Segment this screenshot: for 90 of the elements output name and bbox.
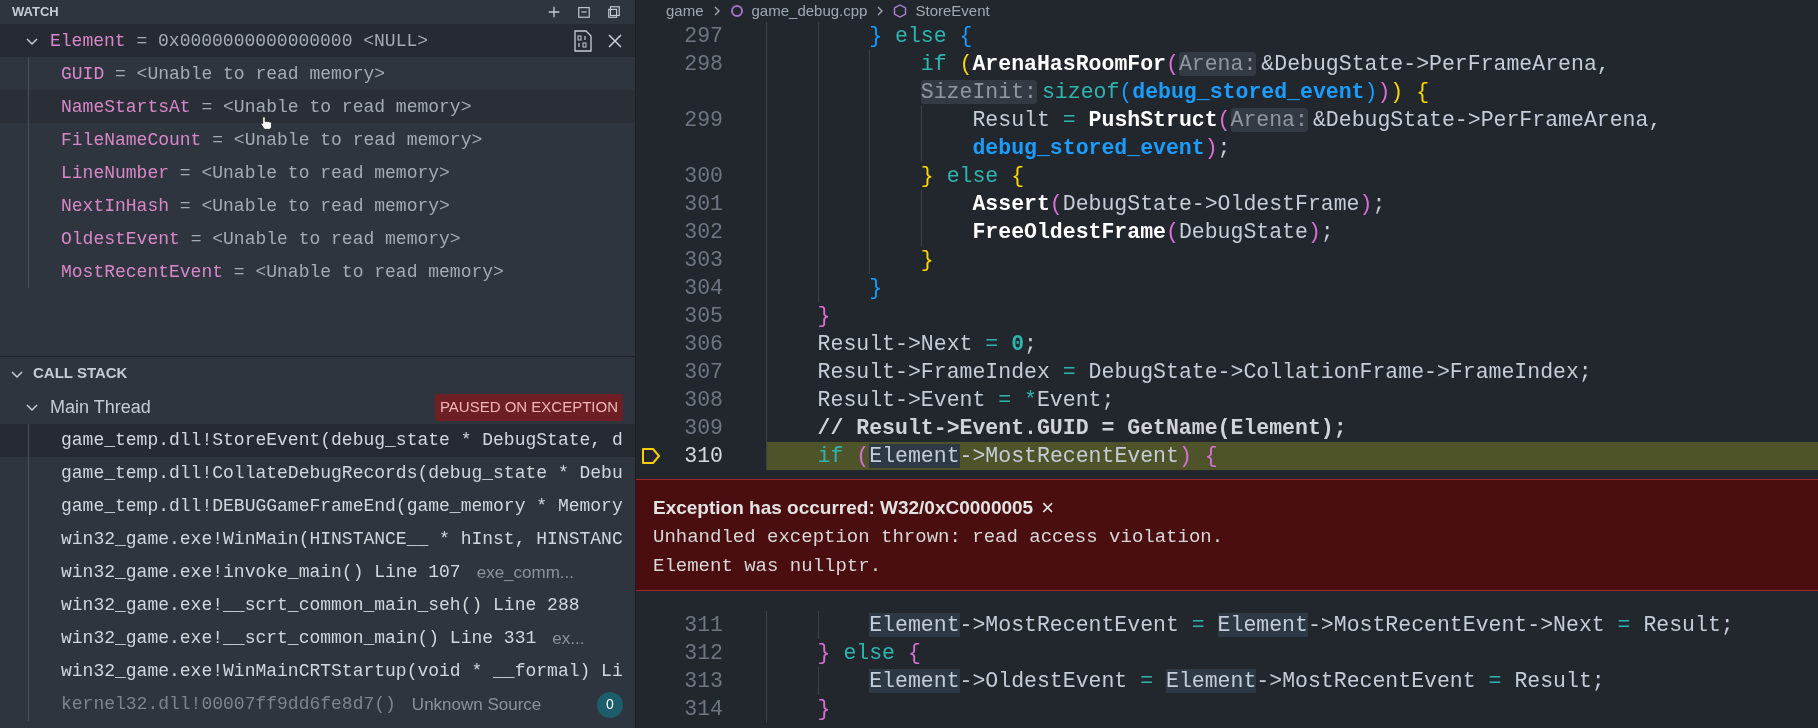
frame-name: win32_game.exe!__scrt_common_main() Line 331 bbox=[61, 627, 537, 650]
variable-name: NameStartsAt bbox=[61, 97, 191, 116]
binary-view-icon[interactable] bbox=[573, 29, 593, 52]
frame-name: kernel32.dll!00007ff9dd6fe8d7() bbox=[61, 693, 396, 716]
line-number: 310 bbox=[683, 442, 723, 470]
line-number: 306 bbox=[683, 330, 723, 358]
line-number: 312 bbox=[683, 639, 723, 667]
code-line: Result->Next = 0; bbox=[816, 331, 1038, 358]
close-button[interactable]: × bbox=[1041, 497, 1055, 519]
variable-name: Element bbox=[50, 31, 126, 50]
line-number: 302 bbox=[683, 218, 723, 246]
line-number: 314 bbox=[683, 695, 723, 723]
variable-value: = <Unable to read memory> bbox=[190, 229, 461, 248]
code-line: } bbox=[816, 303, 832, 330]
variable-value: = <Unable to read memory> bbox=[179, 196, 450, 215]
section-title: WATCH bbox=[12, 3, 59, 22]
code-line: if (ArenaHasRoomFor(Arena: &DebugState->PerFrameArena, bbox=[919, 51, 1611, 78]
section-title: CALL STACK bbox=[33, 363, 128, 384]
code-line: debug_stored_event); bbox=[971, 135, 1232, 162]
line-number: 305 bbox=[683, 302, 723, 330]
copy-icon[interactable] bbox=[607, 5, 621, 19]
breadcrumb-item[interactable]: StoreEvent bbox=[915, 0, 990, 23]
variable-name: GUID bbox=[61, 64, 105, 83]
stack-frame[interactable]: game_temp.dll!StoreEvent(debug_state * DebugState, d bbox=[0, 424, 635, 457]
exception-message: Element was nullptr. bbox=[653, 554, 883, 579]
add-icon[interactable] bbox=[547, 5, 561, 19]
line-number: 298 bbox=[683, 50, 723, 78]
variable-name: LineNumber bbox=[61, 163, 170, 182]
variable-name: MostRecentEvent bbox=[61, 262, 224, 281]
code-line: Result->FrameIndex = DebugState->CollationFrame->FrameIndex; bbox=[816, 359, 1593, 386]
line-number: 304 bbox=[683, 274, 723, 302]
code-line: Element->MostRecentEvent = Element->MostRecentEvent->Next = Result; bbox=[868, 612, 1735, 639]
variable-name: FileNameCount bbox=[61, 130, 202, 149]
code-line: } else { bbox=[868, 23, 974, 50]
frame-name: game_temp.dll!DEBUGGameFrameEnd(game_memory * Memory bbox=[61, 495, 623, 518]
code-line: FreeOldestFrame(DebugState); bbox=[971, 219, 1335, 246]
cube-icon bbox=[893, 4, 908, 18]
variable-value: = <Unable to read memory> bbox=[212, 130, 483, 149]
line-number: 311 bbox=[683, 611, 723, 639]
code-line: Element->OldestEvent = Element->MostRecentEvent = Result; bbox=[868, 668, 1606, 695]
code-line: } bbox=[868, 275, 884, 302]
line-number: 307 bbox=[683, 358, 723, 386]
code-line: SizeInit: sizeof(debug_stored_event))) { bbox=[919, 79, 1431, 106]
variable-value: = <Unable to read memory> bbox=[233, 262, 504, 281]
line-number: 299 bbox=[683, 106, 723, 134]
line-number: 297 bbox=[683, 22, 723, 50]
variable-name: OldestEvent bbox=[61, 229, 180, 248]
variable-value: = 0x0000000000000000 <NULL> bbox=[136, 31, 429, 50]
line-number: 301 bbox=[683, 190, 723, 218]
frame-name: win32_game.exe!invoke_main() Line 107 bbox=[61, 561, 461, 584]
line-number: 308 bbox=[683, 386, 723, 414]
watch-row[interactable]: NameStartsAt = <Unable to read memory> bbox=[0, 90, 635, 123]
exception-message: Unhandled exception thrown: read access violation. bbox=[653, 525, 1225, 550]
code-line: } bbox=[919, 247, 935, 274]
frame-source: Unknown Source bbox=[411, 693, 542, 716]
exception-title: Exception has occurred: W32/0xC0000005 bbox=[653, 495, 1034, 520]
hand-cursor-icon bbox=[260, 116, 273, 130]
frame-name: win32_game.exe!WinMain(HINSTANCE__ * hInst, HINSTANC bbox=[61, 528, 623, 551]
line-number: 313 bbox=[683, 667, 723, 695]
thread-name: Main Thread bbox=[50, 395, 151, 419]
code-line: Result = PushStruct(Arena: &DebugState->PerFrameArena, bbox=[971, 107, 1663, 134]
variable-value: = <Unable to read memory> bbox=[115, 64, 386, 83]
code-line: } else { bbox=[816, 640, 922, 667]
code-line: if (Element->MostRecentEvent) { bbox=[816, 443, 1219, 470]
line-number: 303 bbox=[683, 246, 723, 274]
code-line: // Result->Event.GUID = GetName(Element); bbox=[816, 415, 1348, 442]
breadcrumb-item[interactable]: game_debug.cpp bbox=[751, 0, 868, 23]
count-badge: 0 bbox=[597, 691, 623, 718]
frame-name: win32_game.exe!__scrt_common_main_seh() Line 288 bbox=[61, 594, 580, 617]
code-line: Assert(DebugState->OldestFrame); bbox=[971, 191, 1387, 218]
frame-source: ex... bbox=[552, 627, 585, 650]
code-line: Result->Event = *Event; bbox=[816, 387, 1116, 414]
line-number: 300 bbox=[683, 162, 723, 190]
frame-source: exe_comm... bbox=[476, 561, 574, 584]
execution-pointer-icon bbox=[641, 446, 661, 466]
line-number: 309 bbox=[683, 414, 723, 442]
code-line: } bbox=[816, 696, 832, 723]
thread-row[interactable]: Main Thread PAUSED ON EXCEPTION bbox=[0, 390, 635, 424]
status-badge: PAUSED ON EXCEPTION bbox=[434, 393, 623, 421]
collapse-all-icon[interactable] bbox=[577, 5, 591, 19]
close-icon[interactable] bbox=[607, 32, 623, 49]
variable-value: = <Unable to read memory> bbox=[179, 163, 450, 182]
frame-name: win32_game.exe!WinMainCRTStartup(void * __formal) Li bbox=[61, 660, 623, 683]
variable-value: = <Unable to read memory> bbox=[201, 97, 472, 116]
watch-row[interactable]: Element = 0x0000000000000000 <NULL> bbox=[0, 24, 635, 57]
code-line: } else { bbox=[919, 163, 1026, 190]
variable-name: NextInHash bbox=[61, 196, 170, 215]
frame-name: game_temp.dll!StoreEvent(debug_state * DebugState, d bbox=[61, 429, 623, 452]
frame-name: game_temp.dll!CollateDebugRecords(debug_state * Debu bbox=[61, 462, 623, 485]
breadcrumb-item[interactable]: game bbox=[666, 0, 704, 23]
